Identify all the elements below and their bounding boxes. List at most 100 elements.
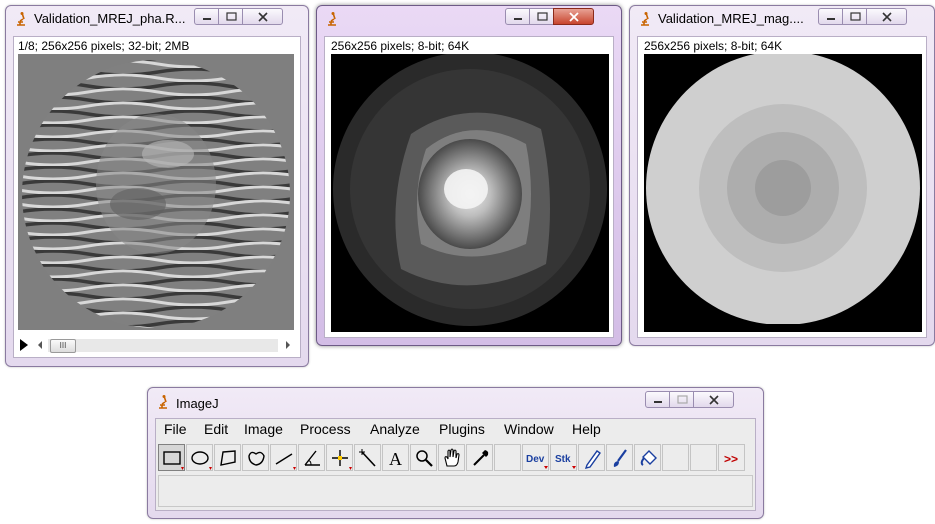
play-icon[interactable] <box>17 338 31 352</box>
menu-image[interactable]: Image <box>244 421 283 437</box>
flood-fill-tool-button[interactable] <box>634 444 661 471</box>
minimize-button[interactable] <box>645 391 670 408</box>
dev-tool-icon: Dev <box>526 454 548 469</box>
maximize-button[interactable] <box>529 8 554 25</box>
window-title: Validation_MREJ_pha.R... <box>34 11 186 26</box>
status-bar <box>158 475 753 507</box>
grayscale-image-canvas[interactable] <box>331 54 609 332</box>
menu-window[interactable]: Window <box>504 421 554 437</box>
text-tool-icon: A <box>389 449 402 469</box>
close-button[interactable] <box>553 8 594 25</box>
phase-image-canvas[interactable] <box>18 54 294 330</box>
maximize-button[interactable] <box>842 8 867 25</box>
image-panel: 1/8; 256x256 pixels; 32-bit; 2MB III <box>13 36 301 358</box>
menu-edit[interactable]: Edit <box>204 421 228 437</box>
menu-plugins[interactable]: Plugins <box>439 421 485 437</box>
magnitude-image <box>646 54 920 332</box>
scroll-left-icon[interactable] <box>34 338 46 352</box>
title-bar[interactable]: ImageJ <box>148 388 763 414</box>
stk-tool-icon: Stk <box>555 454 576 469</box>
image-info-text: 256x256 pixels; 8-bit; 64K <box>644 39 783 53</box>
window-title: ImageJ <box>176 396 219 411</box>
dropper-tool-icon <box>473 450 489 466</box>
menu-bar: File Edit Image Process Analyze Plugins … <box>156 421 755 441</box>
close-button[interactable] <box>693 391 734 408</box>
grayscale-image <box>333 54 607 326</box>
rectangle-tool-button[interactable] <box>158 444 185 471</box>
brush-tool-button[interactable] <box>606 444 633 471</box>
title-bar[interactable] <box>317 6 621 32</box>
scroll-thumb[interactable]: III <box>50 339 76 353</box>
menu-analyze[interactable]: Analyze <box>370 421 420 437</box>
polygon-tool-icon <box>220 450 236 466</box>
imagej-microscope-icon <box>159 395 167 409</box>
phase-image-window[interactable]: Validation_MREJ_pha.R... 1/8; 256x256 pi… <box>5 5 309 367</box>
angle-tool-button[interactable] <box>298 444 325 471</box>
menu-file[interactable]: File <box>164 421 187 437</box>
text-tool-button[interactable]: A <box>382 444 409 471</box>
polygon-tool-button[interactable] <box>214 444 241 471</box>
stack-slider[interactable]: III <box>14 336 298 354</box>
scroll-track[interactable] <box>48 339 278 352</box>
oval-tool-icon <box>191 451 212 470</box>
hand-tool-icon <box>444 448 460 467</box>
blank-slot <box>690 444 717 471</box>
rectangle-tool-icon <box>163 451 184 470</box>
blank-slot-icon <box>495 445 522 472</box>
image-info-text: 1/8; 256x256 pixels; 32-bit; 2MB <box>18 39 190 53</box>
freehand-tool-button[interactable] <box>242 444 269 471</box>
minimize-button[interactable] <box>194 8 219 25</box>
phase-image <box>22 60 290 328</box>
oval-tool-button[interactable] <box>186 444 213 471</box>
stk-tool-button[interactable]: Stk <box>550 444 577 471</box>
svg-text:Dev: Dev <box>526 454 545 465</box>
minimize-button[interactable] <box>505 8 530 25</box>
flood-fill-tool-icon <box>640 450 657 466</box>
line-tool-icon <box>275 453 296 470</box>
minimize-button[interactable] <box>818 8 843 25</box>
scroll-right-icon[interactable] <box>282 338 294 352</box>
toolbar: A Dev Stk >> <box>158 444 753 472</box>
maximize-button <box>669 391 694 408</box>
pencil-tool-icon <box>584 450 601 469</box>
magnitude-image-window[interactable]: Validation_MREJ_mag.... 256x256 pixels; … <box>629 5 935 346</box>
dropper-tool-button[interactable] <box>466 444 493 471</box>
menu-help[interactable]: Help <box>572 421 601 437</box>
imagej-main-window[interactable]: ImageJ File Edit Image Process Analyze P… <box>147 387 764 519</box>
close-button[interactable] <box>866 8 907 25</box>
grayscale-image-window[interactable]: 256x256 pixels; 8-bit; 64K <box>316 5 622 346</box>
brush-tool-icon <box>613 449 627 467</box>
magnitude-image-canvas[interactable] <box>644 54 922 332</box>
freehand-tool-icon <box>248 451 265 466</box>
blank-slot-icon <box>691 445 718 472</box>
imagej-microscope-icon <box>17 12 25 26</box>
wand-tool-icon <box>359 449 376 467</box>
title-bar[interactable]: Validation_MREJ_pha.R... <box>6 6 308 32</box>
image-info-text: 256x256 pixels; 8-bit; 64K <box>331 39 470 53</box>
hand-tool-button[interactable] <box>438 444 465 471</box>
imagej-client-area: File Edit Image Process Analyze Plugins … <box>155 418 756 511</box>
line-tool-button[interactable] <box>270 444 297 471</box>
imagej-microscope-icon <box>328 12 336 26</box>
close-button[interactable] <box>242 8 283 25</box>
more-tools-button[interactable]: >> <box>718 444 745 471</box>
point-tool-button[interactable] <box>326 444 353 471</box>
wand-tool-button[interactable] <box>354 444 381 471</box>
dev-tool-button[interactable]: Dev <box>522 444 549 471</box>
menu-process[interactable]: Process <box>300 421 351 437</box>
window-title: Validation_MREJ_mag.... <box>658 11 804 26</box>
maximize-button[interactable] <box>218 8 243 25</box>
blank-slot-icon <box>663 445 690 472</box>
svg-text:>>: >> <box>724 452 738 466</box>
angle-tool-icon <box>304 450 320 466</box>
point-tool-icon <box>332 450 352 470</box>
imagej-microscope-icon <box>641 12 649 26</box>
svg-text:A: A <box>389 449 402 469</box>
svg-text:Stk: Stk <box>555 454 571 465</box>
more-tools-icon: >> <box>724 452 738 466</box>
pencil-tool-button[interactable] <box>578 444 605 471</box>
blank-slot <box>662 444 689 471</box>
title-bar[interactable]: Validation_MREJ_mag.... <box>630 6 934 32</box>
magnifier-tool-button[interactable] <box>410 444 437 471</box>
blank-slot <box>494 444 521 471</box>
